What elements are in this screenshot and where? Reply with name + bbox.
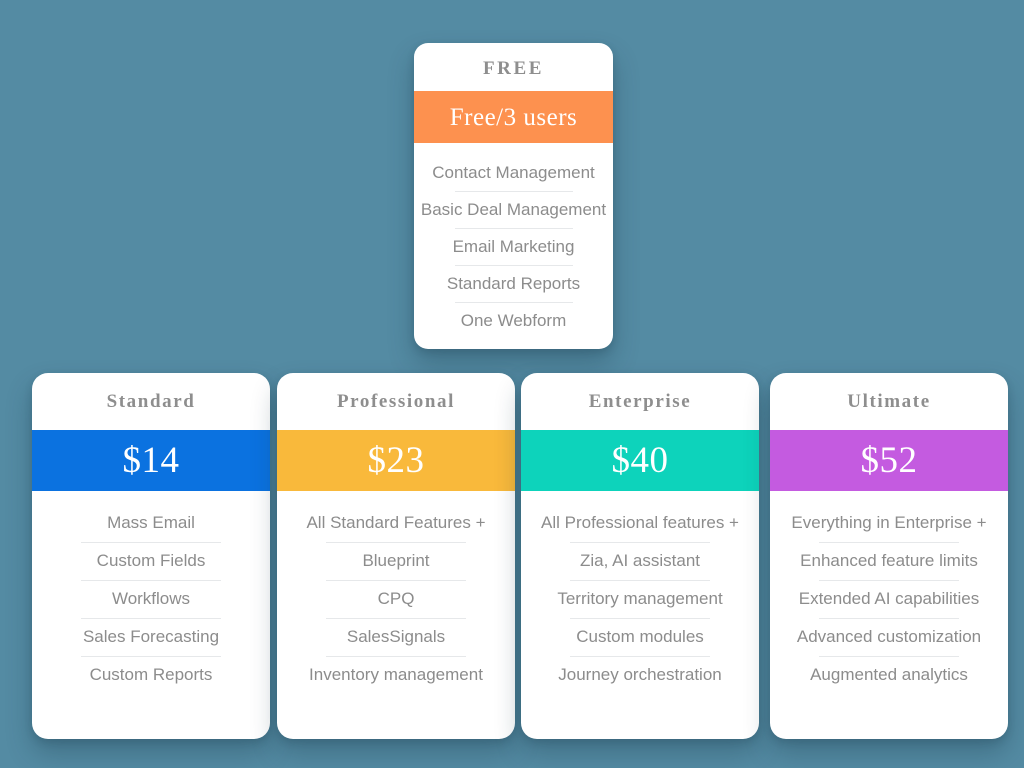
plan-name-standard: Standard	[106, 391, 196, 412]
feature-item: Custom Fields	[96, 551, 206, 570]
plan-name-enterprise: Enterprise	[588, 391, 692, 412]
pricing-card-professional[interactable]: Professional $23 All Standard Features +…	[277, 373, 515, 739]
price-band-free: Free/3 users	[414, 91, 613, 143]
pricing-card-enterprise[interactable]: Enterprise $40 All Professional features…	[521, 373, 759, 739]
feature-item: CPQ	[377, 589, 415, 608]
feature-item: Augmented analytics	[810, 665, 968, 684]
feature-item: Zia, AI assistant	[580, 551, 700, 570]
feature-item: Standard Reports	[446, 274, 581, 293]
price-band-ultimate: $52	[770, 430, 1008, 491]
feature-item: Sales Forecasting	[82, 627, 220, 646]
pricing-table: FREE Free/3 users Contact Management Basi…	[0, 0, 1024, 768]
feature-item: Blueprint	[362, 551, 430, 570]
feature-item: All Standard Features +	[306, 513, 486, 532]
price-enterprise: $40	[611, 440, 669, 481]
pricing-card-standard[interactable]: Standard $14 Mass Email Custom Fields Work…	[32, 373, 270, 739]
feature-list-free: Contact Management Basic Deal Management E…	[414, 143, 613, 349]
price-band-enterprise: $40	[521, 430, 759, 491]
feature-item: Enhanced feature limits	[800, 551, 978, 570]
price-professional: $23	[367, 440, 425, 481]
price-ultimate: $52	[860, 440, 918, 481]
feature-item: Territory management	[557, 589, 723, 608]
feature-item: Custom modules	[576, 627, 704, 646]
pricing-card-free[interactable]: FREE Free/3 users Contact Management Basi…	[414, 43, 613, 349]
feature-list-ultimate: Everything in Enterprise + Enhanced featu…	[770, 491, 1008, 739]
feature-list-professional: All Standard Features + Blueprint CPQ Sales…	[277, 491, 515, 739]
feature-item: SalesSignals	[346, 627, 446, 646]
price-free: Free/3 users	[449, 103, 578, 131]
feature-list-enterprise: All Professional features + Zia, AI assis…	[521, 491, 759, 739]
feature-item: Extended AI capabilities	[798, 589, 980, 608]
feature-item: Email Marketing	[452, 237, 575, 256]
feature-item: Everything in Enterprise +	[791, 513, 987, 532]
feature-item: One Webform	[460, 311, 567, 330]
plan-name-professional: Professional	[336, 391, 456, 412]
plan-name-ultimate: Ultimate	[847, 391, 931, 412]
feature-item: Basic Deal Management	[420, 200, 607, 219]
feature-item: Inventory management	[309, 665, 483, 684]
feature-item: Workflows	[111, 589, 191, 608]
price-standard: $14	[122, 440, 180, 481]
price-band-professional: $23	[277, 430, 515, 491]
feature-item: Mass Email	[107, 513, 195, 532]
feature-list-standard: Mass Email Custom Fields Workflows Sales Fo…	[32, 491, 270, 739]
feature-item: All Professional features +	[541, 513, 739, 532]
plan-name-free: FREE	[482, 58, 545, 79]
pricing-card-ultimate[interactable]: Ultimate $52 Everything in Enterprise + E…	[770, 373, 1008, 739]
feature-item: Advanced customization	[796, 627, 982, 646]
feature-item: Custom Reports	[89, 665, 213, 684]
price-band-standard: $14	[32, 430, 270, 491]
feature-item: Journey orchestration	[558, 665, 722, 684]
feature-item: Contact Management	[432, 163, 595, 182]
